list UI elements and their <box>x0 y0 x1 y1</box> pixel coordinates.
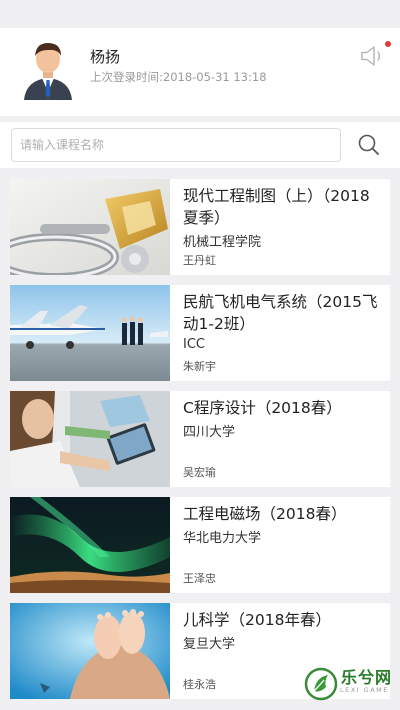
course-card[interactable]: 民航飞机电气系统（2015飞动1-2班） ICC 朱新宇 <box>10 285 390 381</box>
course-school: ICC <box>183 337 205 352</box>
course-thumbnail <box>10 285 170 381</box>
last-login-value: 2018-05-31 13:18 <box>162 70 267 84</box>
speaker-icon <box>361 46 381 66</box>
watermark-title: 乐兮网 <box>341 668 393 687</box>
course-teacher: 王泽忠 <box>183 572 216 585</box>
site-watermark: 乐兮网 LEXI GAME <box>300 662 400 706</box>
notification-dot <box>385 41 391 47</box>
profile-header: 杨扬 上次登录时间:2018-05-31 13:18 <box>0 28 400 116</box>
course-thumbnail <box>10 391 170 487</box>
course-teacher: 王丹虹 <box>183 254 216 267</box>
notification-button[interactable] <box>358 44 392 68</box>
course-school: 复旦大学 <box>183 637 236 652</box>
course-thumbnail <box>10 179 170 275</box>
course-teacher: 吴宏瑜 <box>183 466 216 479</box>
course-title: 现代工程制图（上）（2018夏季） <box>183 187 370 227</box>
course-title: C程序设计（2018春） <box>183 399 342 417</box>
course-card[interactable]: 现代工程制图（上）（2018夏季） 机械工程学院 王丹虹 <box>10 179 390 275</box>
course-title: 儿科学（2018年春） <box>183 611 331 629</box>
course-title: 民航飞机电气系统（2015飞动1-2班） <box>183 293 378 333</box>
search-bar <box>0 122 400 168</box>
search-icon <box>358 134 379 155</box>
watermark-logo-icon <box>304 667 338 701</box>
course-title: 工程电磁场（2018春） <box>183 505 347 523</box>
course-thumbnail <box>10 497 170 593</box>
course-school: 四川大学 <box>183 425 236 440</box>
course-school: 机械工程学院 <box>183 235 262 250</box>
user-name: 杨扬 <box>90 48 121 66</box>
course-thumbnail <box>10 603 170 699</box>
status-strip <box>0 0 400 28</box>
course-teacher: 桂永浩 <box>183 678 216 691</box>
last-login-time: 上次登录时间:2018-05-31 13:18 <box>90 69 267 85</box>
course-school: 华北电力大学 <box>183 531 262 546</box>
search-input[interactable] <box>11 128 341 162</box>
course-card[interactable]: C程序设计（2018春） 四川大学 吴宏瑜 <box>10 391 390 487</box>
user-avatar[interactable] <box>22 40 74 100</box>
course-card[interactable]: 工程电磁场（2018春） 华北电力大学 王泽忠 <box>10 497 390 593</box>
course-teacher: 朱新宇 <box>183 360 216 373</box>
search-button[interactable] <box>354 131 384 159</box>
last-login-label: 上次登录时间: <box>90 70 163 84</box>
watermark-subtitle: LEXI GAME <box>340 686 389 694</box>
